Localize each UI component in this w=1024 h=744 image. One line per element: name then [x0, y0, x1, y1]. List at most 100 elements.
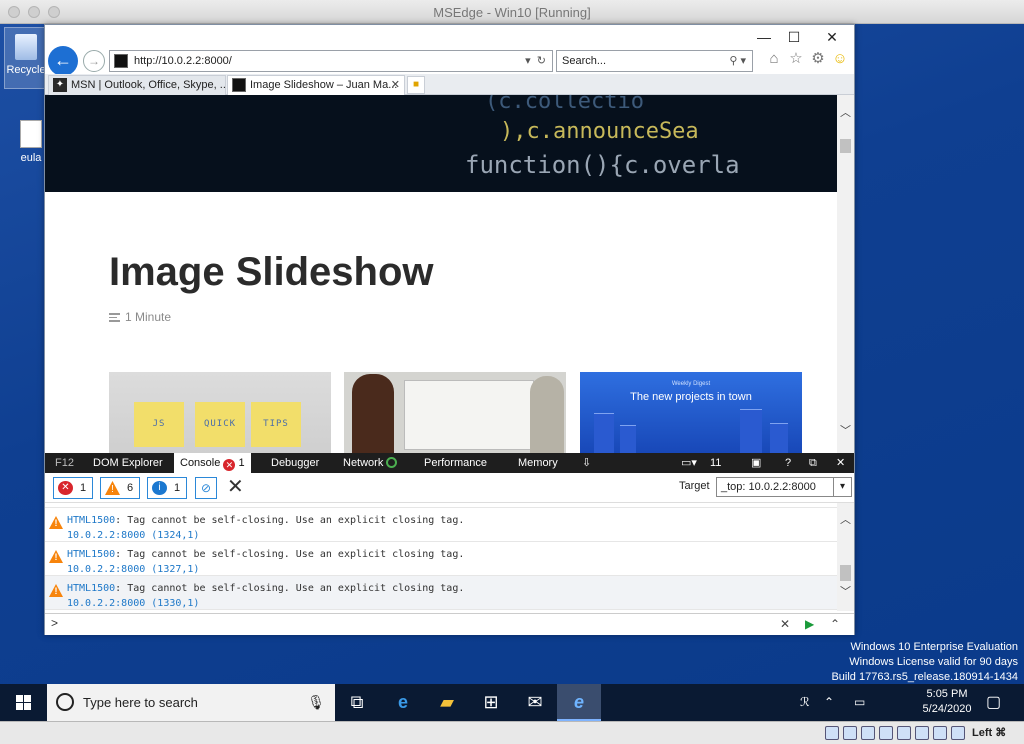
edge-icon[interactable]: e — [381, 684, 425, 721]
new-tab-button[interactable]: ■ — [407, 76, 425, 94]
site-favicon-icon — [232, 78, 246, 92]
run-icon[interactable]: ▶ — [805, 617, 814, 631]
disk-icon[interactable] — [825, 726, 839, 740]
tab-network[interactable]: Network — [343, 453, 398, 473]
file-explorer-icon[interactable]: ▰ — [425, 684, 469, 721]
taskbar: Type here to search 🎙 ⧉ e ▰ ⊞ ✉ e ℛ ⌃ ▭ … — [0, 684, 1024, 721]
msn-favicon-icon: ✦ — [53, 78, 67, 92]
network-adapter-icon[interactable] — [879, 726, 893, 740]
expand-input-icon[interactable]: ⌃ — [830, 617, 840, 631]
tab-debugger[interactable]: Debugger — [271, 453, 319, 473]
taskbar-search[interactable]: Type here to search 🎙 — [47, 684, 335, 721]
refresh-icon[interactable]: ▾ ↻ — [525, 51, 546, 71]
people-icon[interactable]: ℛ — [800, 684, 810, 721]
console-message[interactable]: ! HTML1500: Tag cannot be self-closing. … — [45, 542, 837, 576]
address-url: http://10.0.2.2:8000/ — [134, 55, 232, 67]
tab-performance[interactable]: Performance — [424, 453, 487, 473]
search-icon[interactable]: ⚲ ▾ — [729, 51, 746, 71]
browser-window: — ☐ ✕ ← → http://10.0.2.2:8000/ ▾ ↻ Sear… — [44, 24, 855, 635]
more-tabs-icon[interactable]: ⇩ — [582, 453, 591, 473]
clear-input-icon[interactable]: ✕ — [780, 617, 790, 631]
emulation-count: 11 — [710, 457, 722, 469]
console-message[interactable]: ! HTML1500: Tag cannot be self-closing. … — [45, 576, 837, 610]
thumbnail-js-quick-tips[interactable]: JS QUICK TIPS — [109, 372, 331, 453]
scroll-down-icon[interactable]: ﹀ — [837, 423, 854, 440]
tab-msn[interactable]: ✦ MSN | Outlook, Office, Skype, ... — [48, 75, 226, 95]
tab-console[interactable]: Console ✕ 1 — [174, 453, 251, 473]
thumbnail-new-projects[interactable]: Weekly Digest The new projects in town — [580, 372, 802, 453]
scroll-thumb[interactable] — [840, 139, 851, 153]
console-toggle-icon[interactable]: ▣ — [751, 453, 761, 473]
notifications-icon[interactable]: ▢ — [986, 684, 1001, 721]
target-select[interactable]: _top: 10.0.2.2:8000 ▾ — [716, 477, 852, 497]
emulation-icon[interactable]: ▭▾ — [681, 453, 697, 473]
start-button[interactable] — [0, 684, 47, 721]
clear-console-icon[interactable]: ✕ — [227, 476, 244, 498]
recycle-bin-label: Recycle — [6, 64, 46, 76]
mail-icon[interactable]: ✉ — [513, 684, 557, 721]
message-source-link[interactable]: 10.0.2.2:8000 (1330,1) — [67, 598, 199, 609]
network-icon[interactable]: ▭ — [854, 684, 865, 721]
tab-f12[interactable]: F12 — [55, 453, 74, 473]
tab-memory[interactable]: Memory — [518, 453, 558, 473]
read-time-label: 1 Minute — [125, 310, 172, 324]
info-icon: i — [152, 481, 167, 495]
arrow-left-icon: ← — [54, 50, 72, 70]
console-message[interactable]: ! HTML1500: Tag cannot be self-closing. … — [45, 508, 837, 542]
help-icon[interactable]: ? — [785, 453, 791, 473]
audio-icon[interactable] — [861, 726, 875, 740]
close-tab-icon[interactable]: ✕ — [391, 76, 400, 94]
address-bar[interactable]: http://10.0.2.2:8000/ ▾ ↻ — [109, 50, 553, 72]
tab-dom-explorer[interactable]: DOM Explorer — [93, 453, 163, 473]
store-icon[interactable]: ⊞ — [469, 684, 513, 721]
display-icon[interactable] — [933, 726, 947, 740]
message-source-link[interactable]: 10.0.2.2:8000 (1327,1) — [67, 564, 199, 575]
message-body: : Tag cannot be self-closing. Use an exp… — [115, 583, 465, 594]
close-devtools-icon[interactable]: ✕ — [836, 453, 845, 473]
maximize-button[interactable]: ☐ — [779, 27, 809, 47]
message-source-link[interactable]: 10.0.2.2:8000 (1324,1) — [67, 530, 199, 541]
scroll-up-icon[interactable]: ︿ — [837, 105, 854, 122]
message-text: HTML1500: Tag cannot be self-closing. Us… — [67, 583, 464, 594]
usb-icon[interactable] — [897, 726, 911, 740]
favorites-star-icon[interactable]: ☆ — [787, 49, 805, 69]
feedback-smiley-icon[interactable]: ☺ — [831, 49, 849, 69]
search-box[interactable]: Search... ⚲ ▾ — [556, 50, 753, 72]
internet-explorer-icon[interactable]: e — [557, 684, 601, 721]
error-icon: ✕ — [58, 481, 73, 495]
scroll-down-icon[interactable]: ﹀ — [837, 583, 854, 599]
task-view-icon[interactable]: ⧉ — [335, 684, 379, 721]
filter-info-button[interactable]: i 1 — [147, 477, 188, 499]
recycle-bin-icon[interactable]: Recycle — [4, 27, 48, 89]
hero-code-line: ),c.announceSea — [500, 119, 699, 144]
console-scrollbar[interactable]: ︿ ﹀ — [837, 503, 854, 611]
console-input[interactable]: > ✕ ▶ ⌃ — [45, 613, 854, 635]
thumbnail-whiteboard[interactable] — [344, 372, 566, 453]
capture-icon[interactable] — [951, 726, 965, 740]
microphone-icon[interactable]: 🎙 — [307, 684, 325, 721]
undock-icon[interactable]: ⧉ — [809, 453, 817, 473]
scroll-thumb[interactable] — [840, 565, 851, 581]
optical-drive-icon[interactable] — [843, 726, 857, 740]
close-button[interactable]: ✕ — [817, 27, 847, 47]
error-icon: ✕ — [223, 459, 236, 471]
settings-gear-icon[interactable]: ⚙ — [809, 49, 827, 69]
shared-folders-icon[interactable] — [915, 726, 929, 740]
clear-on-navigate-button[interactable]: ⊘ — [195, 477, 217, 499]
eula-label: eula — [20, 152, 42, 164]
forward-button[interactable]: → — [83, 50, 105, 72]
minimize-button[interactable]: — — [749, 27, 779, 47]
taskbar-clock[interactable]: 5:05 PM 5/24/2020 — [916, 687, 978, 717]
filter-warnings-button[interactable]: ! 6 — [100, 477, 141, 499]
eula-file-icon[interactable]: eula — [14, 120, 48, 164]
console-toolbar: ✕ 1 ! 6 i 1 ⊘ ✕ Target _top: 10.0.2.2:80… — [45, 473, 854, 503]
back-button[interactable]: ← — [48, 46, 78, 76]
home-icon[interactable]: ⌂ — [765, 49, 783, 69]
page-scrollbar[interactable]: ︿ ﹀ — [837, 95, 854, 453]
tray-chevron-icon[interactable]: ⌃ — [824, 684, 834, 721]
message-code: HTML1500 — [67, 583, 116, 594]
building-shape — [620, 425, 636, 453]
tab-image-slideshow[interactable]: Image Slideshow – Juan Ma... ✕ — [227, 75, 405, 95]
filter-errors-button[interactable]: ✕ 1 — [53, 477, 94, 499]
scroll-up-icon[interactable]: ︿ — [837, 511, 854, 527]
